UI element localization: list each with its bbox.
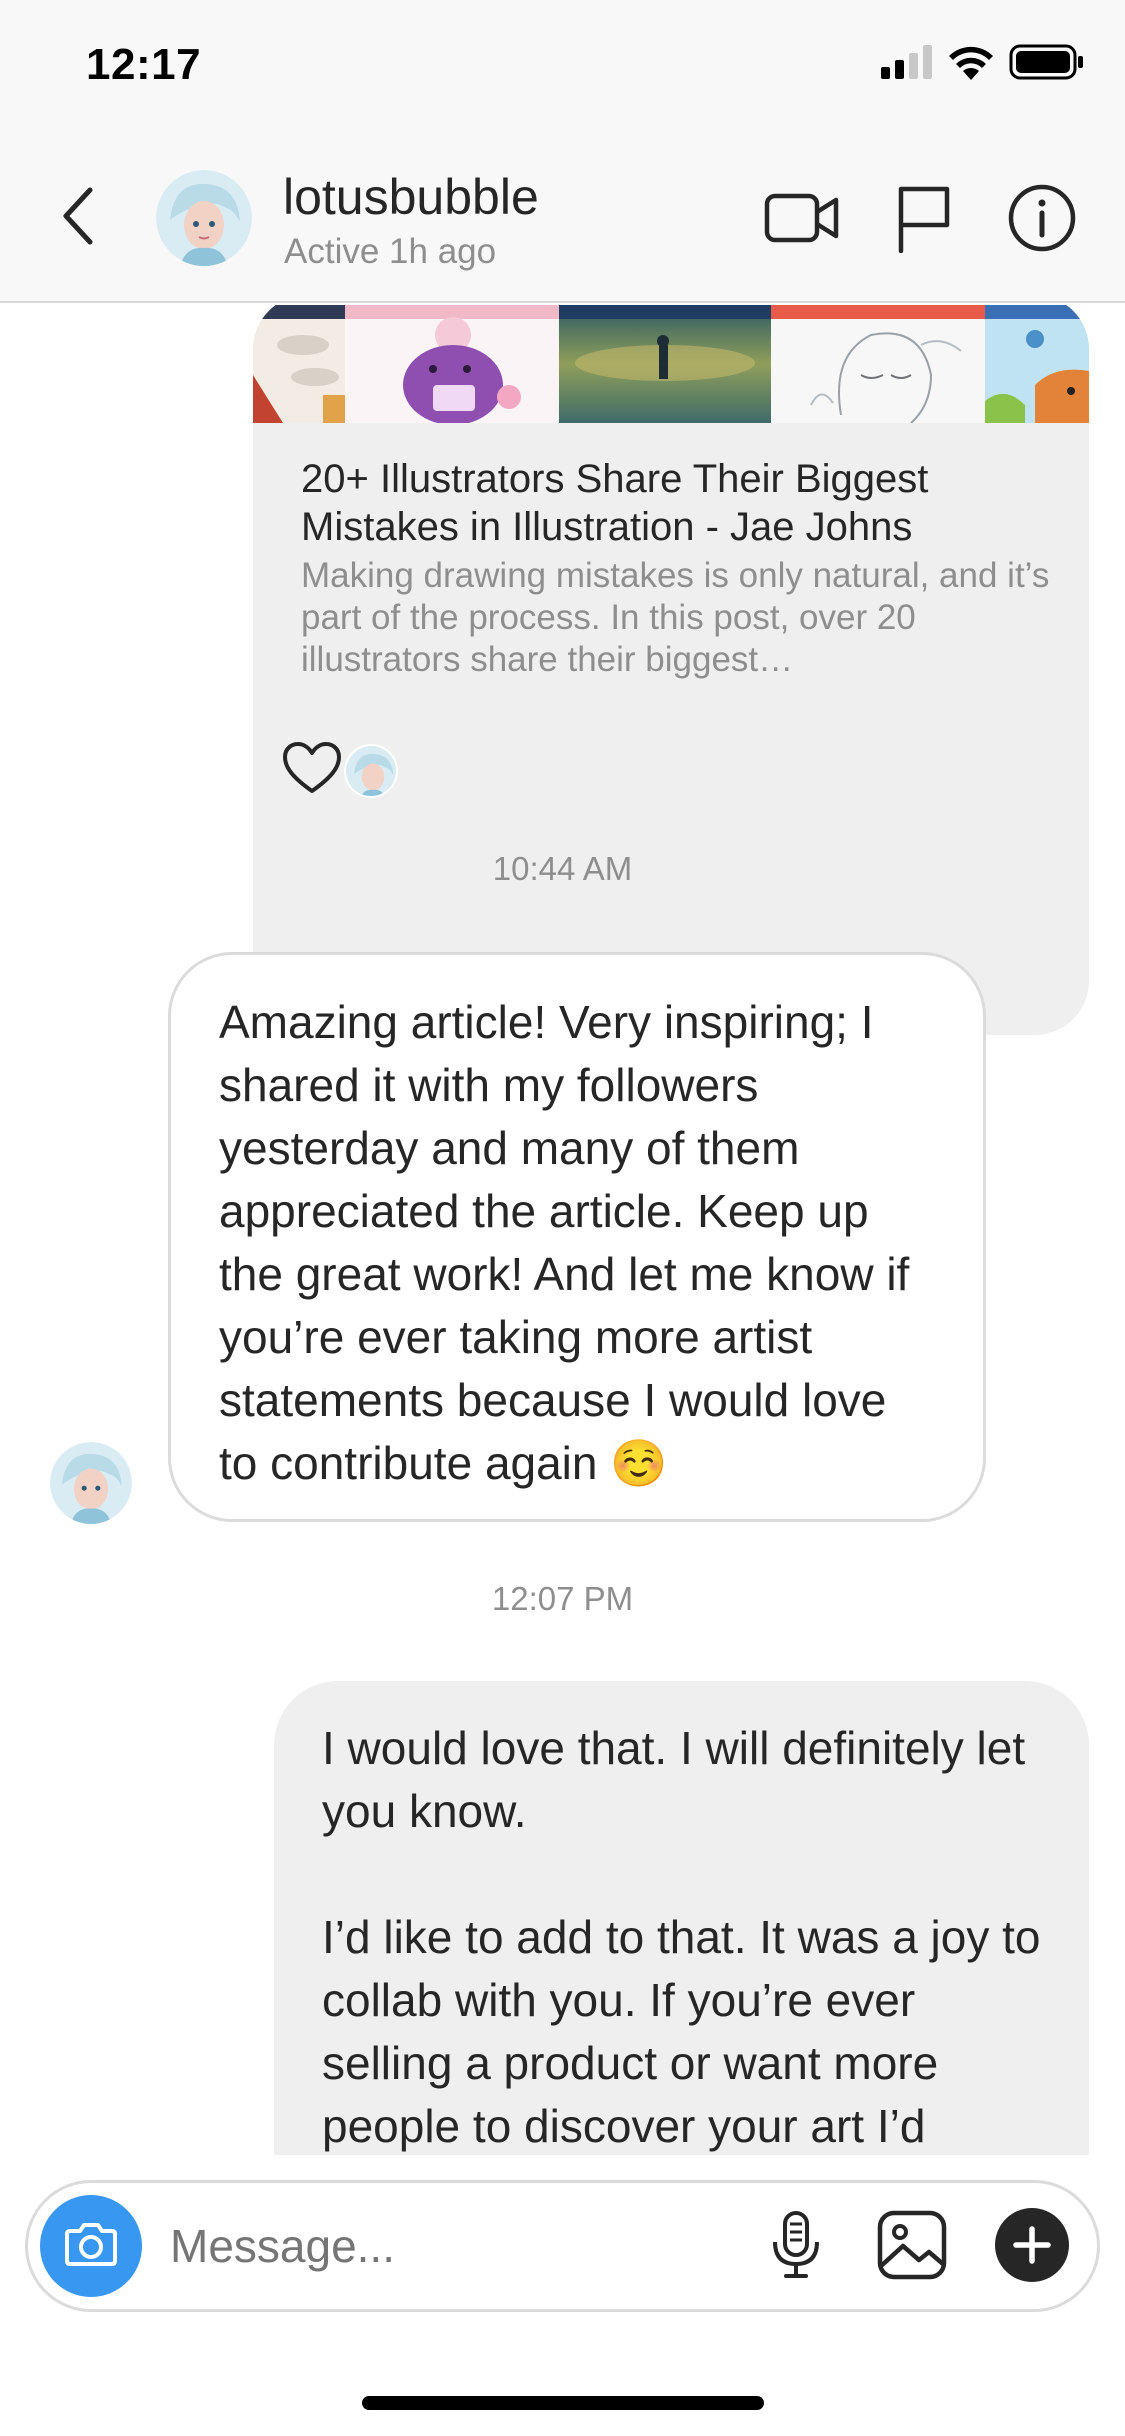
report-flag-icon xyxy=(895,183,953,258)
info-button[interactable] xyxy=(1002,180,1082,260)
more-options-button[interactable] xyxy=(990,2205,1074,2289)
message-reactions[interactable] xyxy=(282,741,398,800)
home-indicator[interactable] xyxy=(362,2396,764,2410)
avatar[interactable] xyxy=(156,170,252,266)
video-call-button[interactable] xyxy=(762,180,842,260)
shared-link-card[interactable]: 20+ Illustrators Share Their Biggest Mis… xyxy=(253,305,1089,1035)
report-button[interactable] xyxy=(884,180,964,260)
message-timestamp: 10:44 AM xyxy=(492,850,633,887)
reactor-avatar xyxy=(344,743,398,798)
back-button[interactable] xyxy=(48,178,108,258)
link-description: Making drawing mistakes is only natural,… xyxy=(301,556,1050,679)
voice-message-button[interactable] xyxy=(754,2205,838,2289)
preview-image xyxy=(771,305,985,423)
gallery-button[interactable] xyxy=(870,2205,954,2289)
status-bar: 12:17 xyxy=(0,0,1125,140)
activity-status: Active 1h ago xyxy=(284,232,497,271)
battery-icon xyxy=(1009,44,1085,85)
video-call-icon xyxy=(764,190,840,251)
preview-image xyxy=(345,305,559,423)
preview-image xyxy=(559,305,771,423)
plus-icon xyxy=(994,2207,1070,2288)
camera-button[interactable] xyxy=(40,2195,142,2297)
link-preview-images xyxy=(253,305,1089,423)
info-icon xyxy=(1007,183,1077,258)
message-timestamp: 12:07 PM xyxy=(491,1580,634,1617)
chat-username[interactable]: lotusbubble xyxy=(283,168,539,226)
status-time: 12:17 xyxy=(86,40,202,89)
message-composer xyxy=(25,2180,1100,2312)
avatar[interactable] xyxy=(50,1442,132,1524)
cellular-signal-icon xyxy=(881,45,933,84)
status-icons xyxy=(881,44,1085,85)
gallery-icon xyxy=(877,2210,947,2285)
message-input[interactable] xyxy=(170,2219,730,2273)
preview-image xyxy=(985,305,1089,423)
sent-message-bubble[interactable]: I would love that. I will definitely let… xyxy=(274,1681,1089,2155)
sent-message-text: I would love that. I will definitely let… xyxy=(322,1722,1041,2152)
back-chevron-icon xyxy=(60,186,96,251)
preview-image xyxy=(253,305,345,423)
heart-icon[interactable] xyxy=(282,741,342,800)
message-thread[interactable]: 20+ Illustrators Share Their Biggest Mis… xyxy=(0,305,1125,2155)
wifi-icon xyxy=(947,44,995,85)
received-message-text: Amazing article! Very inspiring; I share… xyxy=(219,996,923,1489)
chat-header: lotusbubble Active 1h ago xyxy=(0,140,1125,303)
microphone-icon xyxy=(770,2210,822,2285)
received-message-bubble[interactable]: Amazing article! Very inspiring; I share… xyxy=(168,952,986,1522)
link-title[interactable]: 20+ Illustrators Share Their Biggest Mis… xyxy=(301,455,1061,551)
camera-icon xyxy=(64,2221,118,2272)
